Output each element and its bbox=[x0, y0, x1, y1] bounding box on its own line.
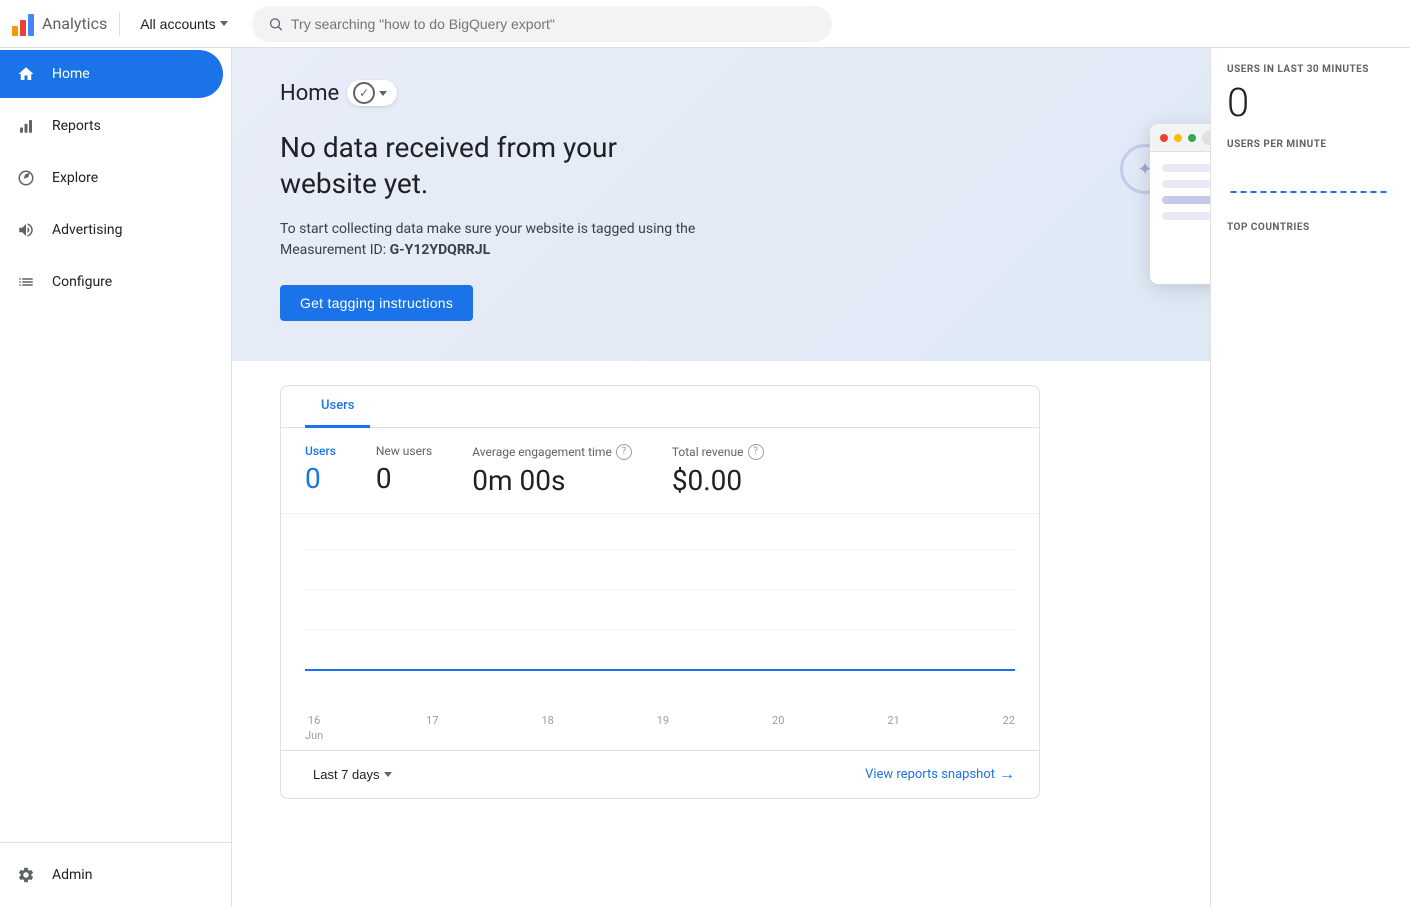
help-revenue-icon[interactable]: ? bbox=[748, 444, 764, 460]
hero-dropdown[interactable]: ✓ bbox=[347, 80, 397, 106]
nav-divider bbox=[119, 12, 120, 36]
sidebar-bottom: Admin bbox=[0, 842, 231, 907]
metric-value-new-users: 0 bbox=[376, 462, 432, 495]
realtime-panel: USERS IN LAST 30 MINUTES 0 USERS PER MIN… bbox=[1210, 48, 1410, 907]
x-label-17: 17 bbox=[426, 714, 438, 742]
all-accounts-label: All accounts bbox=[140, 16, 215, 32]
x-label-20: 20 bbox=[772, 714, 784, 742]
sidebar-label-explore: Explore bbox=[52, 170, 98, 186]
date-range-label: Last 7 days bbox=[313, 767, 380, 782]
explore-icon bbox=[16, 168, 36, 188]
app-name: Analytics bbox=[42, 14, 107, 33]
x-label-19: 19 bbox=[657, 714, 669, 742]
gear-icon bbox=[16, 865, 36, 885]
search-bar bbox=[252, 6, 832, 42]
chart-area bbox=[281, 514, 1039, 714]
top-countries-label: TOP COUNTRIES bbox=[1227, 222, 1394, 233]
metric-label-users: Users bbox=[305, 444, 336, 458]
chart-card: Users Users 0 New users 0 Average engage… bbox=[280, 385, 1040, 799]
logo-bar-3 bbox=[28, 14, 34, 36]
x-label-18: 18 bbox=[541, 714, 553, 742]
metric-value-engagement: 0m 00s bbox=[472, 464, 632, 497]
search-input[interactable] bbox=[291, 16, 816, 32]
metric-label-revenue: Total revenue ? bbox=[672, 444, 764, 460]
chart-tabs: Users bbox=[281, 386, 1039, 428]
chart-x-axis: 16 Jun 17 18 19 20 21 22 bbox=[281, 714, 1039, 750]
arrow-right-icon: → bbox=[999, 764, 1015, 784]
metric-value-revenue: $0.00 bbox=[672, 464, 764, 497]
sidebar-item-home[interactable]: Home bbox=[0, 50, 223, 98]
date-range-button[interactable]: Last 7 days bbox=[305, 763, 400, 786]
metric-label-engagement: Average engagement time ? bbox=[472, 444, 632, 460]
measurement-id: G-Y12YDQRRJL bbox=[390, 242, 491, 258]
metric-users: Users 0 bbox=[305, 444, 336, 497]
sidebar: Home Reports Explore Advertising bbox=[0, 48, 232, 907]
chevron-down-icon bbox=[220, 21, 228, 26]
sidebar-item-admin[interactable]: Admin bbox=[0, 851, 231, 899]
top-nav: Analytics All accounts bbox=[0, 0, 1410, 48]
logo-bar-1 bbox=[12, 26, 18, 36]
configure-icon bbox=[16, 272, 36, 292]
chart-svg bbox=[305, 530, 1015, 690]
metric-revenue: Total revenue ? $0.00 bbox=[672, 444, 764, 497]
logo-area: Analytics bbox=[12, 12, 107, 36]
users-per-minute-label: USERS PER MINUTE bbox=[1227, 139, 1394, 150]
search-icon bbox=[268, 16, 283, 32]
sidebar-label-reports: Reports bbox=[52, 118, 101, 134]
sidebar-label-configure: Configure bbox=[52, 274, 112, 290]
metric-new-users: New users 0 bbox=[376, 444, 432, 497]
sidebar-item-reports[interactable]: Reports bbox=[0, 102, 223, 150]
admin-label: Admin bbox=[52, 867, 92, 883]
sidebar-item-configure[interactable]: Configure bbox=[0, 258, 223, 306]
logo-icon bbox=[12, 12, 34, 36]
metric-label-new-users: New users bbox=[376, 444, 432, 458]
help-engagement-icon[interactable]: ? bbox=[616, 444, 632, 460]
home-icon bbox=[16, 64, 36, 84]
all-accounts-button[interactable]: All accounts bbox=[132, 12, 235, 36]
sidebar-label-home: Home bbox=[52, 66, 90, 82]
bar-chart-icon bbox=[16, 116, 36, 136]
chart-footer: Last 7 days View reports snapshot → bbox=[281, 750, 1039, 798]
no-data-description: To start collecting data make sure your … bbox=[280, 219, 720, 261]
check-icon: ✓ bbox=[353, 82, 375, 104]
sidebar-item-explore[interactable]: Explore bbox=[0, 154, 223, 202]
chevron-down-icon bbox=[379, 91, 387, 96]
chevron-down-icon bbox=[384, 772, 392, 777]
tab-users[interactable]: Users bbox=[305, 386, 370, 428]
metric-value-users: 0 bbox=[305, 462, 336, 495]
sidebar-item-advertising[interactable]: Advertising bbox=[0, 206, 223, 254]
page-title: Home bbox=[280, 81, 339, 106]
advertising-icon bbox=[16, 220, 36, 240]
logo-bar-2 bbox=[20, 20, 26, 36]
x-label-22: 22 bbox=[1003, 714, 1015, 742]
realtime-users-value: 0 bbox=[1227, 83, 1394, 123]
get-tagging-instructions-button[interactable]: Get tagging instructions bbox=[280, 285, 473, 321]
x-label-16: 16 Jun bbox=[305, 714, 323, 742]
no-data-heading: No data received from your website yet. bbox=[280, 130, 720, 203]
x-label-21: 21 bbox=[887, 714, 899, 742]
mini-chart bbox=[1227, 162, 1394, 202]
metric-engagement: Average engagement time ? 0m 00s bbox=[472, 444, 632, 497]
sidebar-label-advertising: Advertising bbox=[52, 222, 122, 238]
view-reports-snapshot-link[interactable]: View reports snapshot → bbox=[865, 764, 1015, 784]
chart-metrics: Users 0 New users 0 Average engagement t… bbox=[281, 428, 1039, 514]
realtime-users-label: USERS IN LAST 30 MINUTES bbox=[1227, 64, 1394, 75]
